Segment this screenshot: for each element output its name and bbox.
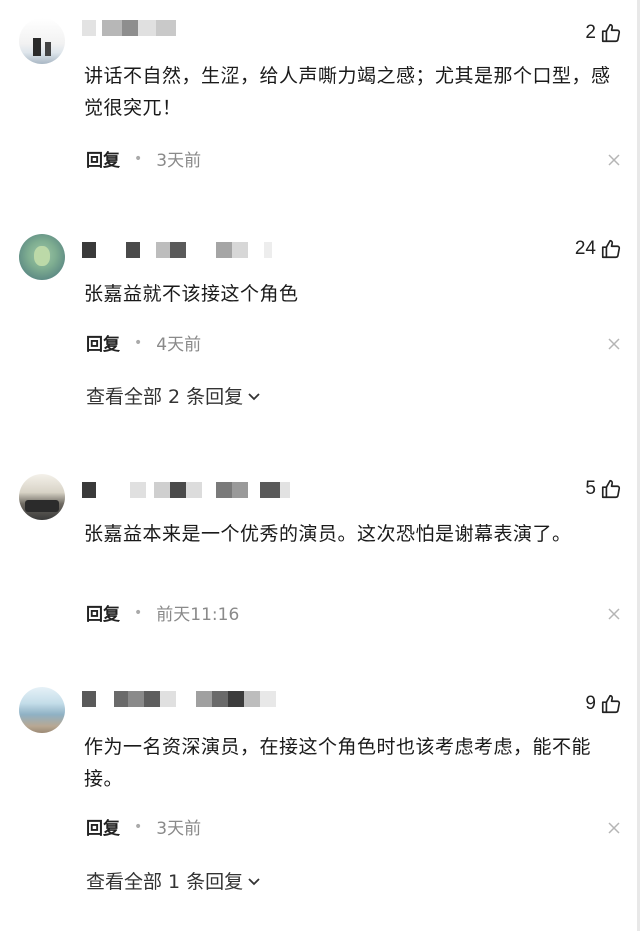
close-icon[interactable] [608, 338, 620, 350]
close-icon[interactable] [608, 822, 620, 834]
view-all-replies-label: 查看全部 2 条回复 [86, 386, 244, 408]
avatar[interactable] [19, 18, 65, 64]
like-button[interactable]: 9 [585, 693, 622, 715]
timestamp: 前天11:16 [156, 605, 240, 625]
thumbs-up-icon [601, 694, 621, 714]
username-redacted[interactable] [82, 482, 290, 498]
comment-text: 作为一名资深演员，在接这个角色时也该考虑考虑，能不能接。 [84, 736, 592, 790]
separator-dot: • [134, 150, 143, 167]
separator-dot: • [134, 604, 143, 621]
reply-button[interactable]: 回复 [86, 330, 120, 355]
timestamp: 3天前 [156, 819, 202, 839]
separator-dot: • [134, 334, 143, 351]
reply-button[interactable]: 回复 [86, 814, 120, 839]
username-redacted[interactable] [82, 20, 176, 36]
comment-item: 2 讲话不自然，生涩，给人声嘶力竭之感；尤其是那个口型，感觉很突兀！ 回复 • … [0, 0, 640, 200]
username-redacted[interactable] [82, 242, 272, 258]
comment-item: 24 张嘉益就不该接这个角色 回复 • 4天前 查看全部 2 条回复 [0, 220, 640, 420]
chevron-down-icon [248, 392, 260, 400]
separator-dot: • [134, 818, 143, 835]
like-count: 2 [585, 22, 596, 43]
chevron-down-icon [248, 877, 260, 885]
like-count: 24 [574, 238, 596, 259]
close-icon[interactable] [608, 154, 620, 166]
view-all-replies-label: 查看全部 1 条回复 [86, 871, 244, 893]
thumbs-up-icon [601, 239, 621, 259]
thumbs-up-icon [601, 479, 621, 499]
reply-button[interactable]: 回复 [86, 600, 120, 625]
comment-item: 5 张嘉益本来是一个优秀的演员。这次恐怕是谢幕表演了。 回复 • 前天11:16 [0, 460, 640, 660]
like-button[interactable]: 24 [575, 238, 622, 260]
reply-button[interactable]: 回复 [86, 146, 120, 171]
timestamp: 3天前 [156, 151, 202, 171]
like-count: 9 [585, 693, 596, 714]
like-count: 5 [585, 478, 596, 499]
avatar[interactable] [19, 687, 65, 733]
avatar[interactable] [19, 474, 65, 520]
thumbs-up-icon [601, 23, 621, 43]
username-redacted[interactable] [82, 691, 276, 707]
avatar[interactable] [19, 234, 65, 280]
timestamp: 4天前 [156, 335, 202, 355]
comment-item: 9 作为一名资深演员，在接这个角色时也该考虑考虑，能不能接。 回复 • 3天前 … [0, 675, 640, 931]
like-button[interactable]: 5 [585, 478, 622, 500]
view-all-replies[interactable]: 查看全部 2 条回复 [86, 382, 261, 409]
comment-text: 张嘉益就不该接这个角色 [84, 283, 299, 305]
comment-text: 讲话不自然，生涩，给人声嘶力竭之感；尤其是那个口型，感觉很突兀！ [84, 65, 611, 119]
close-icon[interactable] [608, 608, 620, 620]
comment-text: 张嘉益本来是一个优秀的演员。这次恐怕是谢幕表演了。 [84, 523, 572, 545]
view-all-replies[interactable]: 查看全部 1 条回复 [86, 867, 261, 894]
like-button[interactable]: 2 [585, 22, 622, 44]
